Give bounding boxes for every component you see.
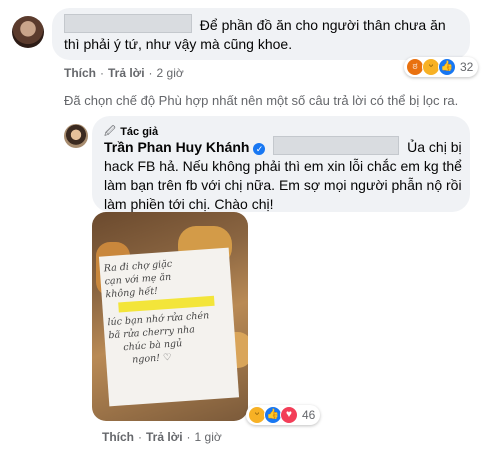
reply-reactions[interactable]: ᵕ 👍 ♥ 46 [246, 405, 321, 425]
commenter-avatar[interactable] [12, 16, 44, 48]
comment-reactions[interactable]: ಠ ᵕ 👍 32 [404, 57, 479, 77]
blurred-commenter-name[interactable] [64, 14, 192, 33]
comment-actions: Thích · Trả lời · 2 giờ [64, 66, 184, 80]
reply-link[interactable]: Trả lời [108, 66, 145, 80]
blurred-mention[interactable] [273, 136, 400, 155]
verified-icon: ✓ [253, 143, 266, 155]
love-icon: ♥ [280, 406, 298, 424]
reaction-count: 32 [460, 60, 474, 74]
author-name[interactable]: Trần Phan Huy Khánh [104, 139, 249, 155]
reply-time[interactable]: 1 giờ [195, 430, 222, 444]
filter-notice[interactable]: Đã chọn chế độ Phù hợp nhất nên một số c… [64, 93, 494, 108]
reply-link[interactable]: Trả lời [146, 430, 183, 444]
like-link[interactable]: Thích [64, 66, 96, 80]
like-link[interactable]: Thích [102, 430, 134, 444]
reply-photo[interactable]: Ra đi chợ giặc cạn với mẹ ăn không hết! … [92, 212, 248, 421]
handwritten-note: Ra đi chợ giặc cạn với mẹ ăn không hết! … [98, 247, 240, 407]
comment-time[interactable]: 2 giờ [157, 66, 184, 80]
reply-text: Trần Phan Huy Khánh ✓ Ủa chị bị hack FB h… [104, 136, 464, 214]
author-avatar[interactable] [64, 124, 88, 148]
comment-text: Để phần đồ ăn cho người thân chưa ăn thì… [64, 14, 464, 54]
reply-actions: Thích · Trả lời · 1 giờ [102, 430, 222, 444]
reaction-count: 46 [302, 408, 316, 422]
like-icon: 👍 [438, 58, 456, 76]
